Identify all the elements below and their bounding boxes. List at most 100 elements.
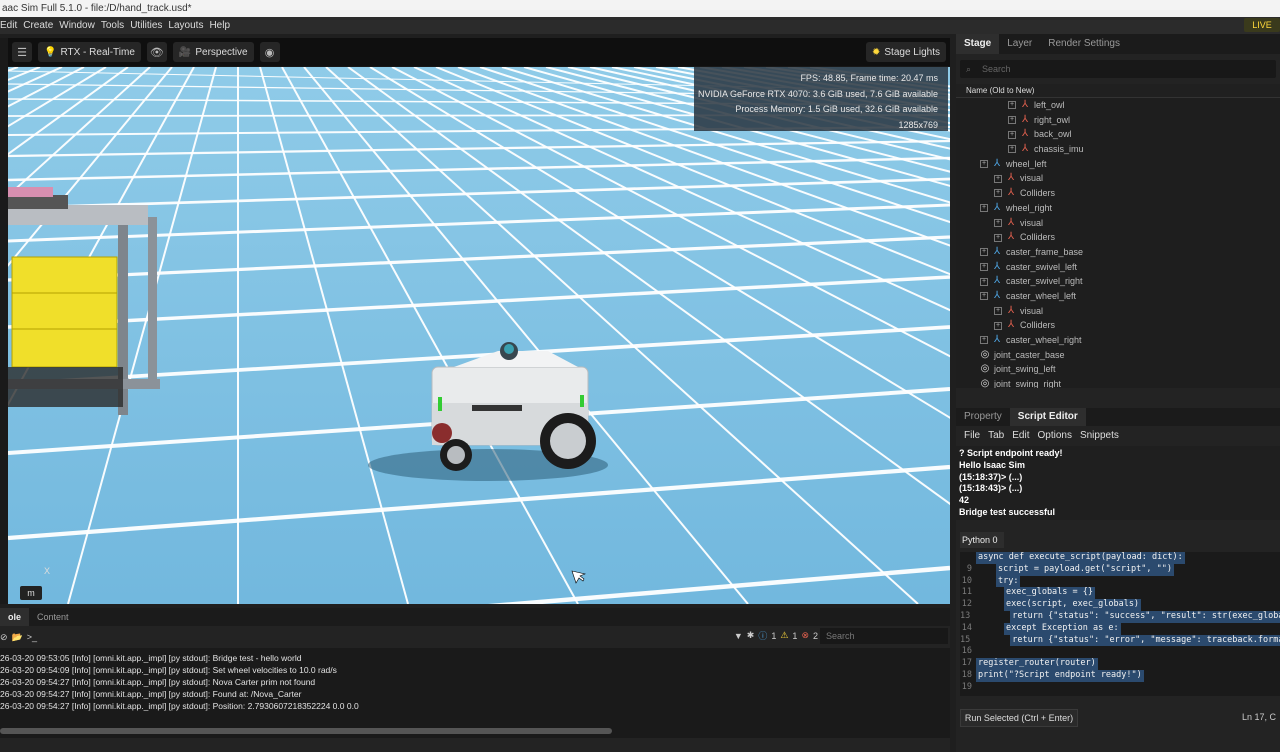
stage-column-header[interactable]: Name (Old to New) [956, 84, 1280, 98]
tree-item[interactable]: + ⅄ caster_frame_base [956, 245, 1280, 260]
tab-stage[interactable]: Stage [956, 34, 1000, 54]
code-editor[interactable]: async def execute_script(payload: dict):… [960, 552, 1280, 696]
info-icon[interactable]: ⓘ [758, 629, 767, 642]
tree-item[interactable]: ◎ joint_swing_right [956, 377, 1280, 388]
warning-icon[interactable]: ⚠ [780, 630, 788, 641]
tree-item[interactable]: + ⅄ caster_wheel_right [956, 333, 1280, 348]
stage-search-input[interactable]: ⌕ Search [960, 60, 1276, 78]
joint-icon: ◎ [980, 363, 990, 375]
menu-item-utilities[interactable]: Utilities [130, 17, 162, 34]
expand-toggle-icon[interactable]: + [994, 218, 1002, 227]
console-search-input[interactable]: Search [820, 628, 948, 644]
script-menu-options[interactable]: Options [1037, 428, 1071, 444]
axis-x-label: X [44, 566, 51, 576]
hud-resolution: 1285x769 [898, 119, 938, 130]
broadcast-icon[interactable]: ◉ [259, 42, 280, 62]
tree-item[interactable]: + ⅄ visual [956, 216, 1280, 231]
expand-toggle-icon[interactable]: + [980, 336, 988, 345]
property-tabs: Property Script Editor [956, 408, 1280, 426]
expand-toggle-icon[interactable]: + [994, 233, 1002, 242]
python-tab[interactable]: Python 0 [960, 532, 1004, 548]
expand-toggle-icon[interactable]: + [980, 292, 988, 301]
xform-icon: ⅄ [993, 245, 1001, 257]
tree-item[interactable]: + ⅄ wheel_left [956, 157, 1280, 172]
tree-item[interactable]: + ⅄ caster_swivel_left [956, 260, 1280, 275]
tab-render-settings[interactable]: Render Settings [1040, 34, 1128, 54]
menu-item-window[interactable]: Window [59, 17, 95, 34]
folder-icon[interactable]: 📂 [12, 632, 23, 643]
cursor-position: Ln 17, C [1241, 712, 1276, 722]
tree-item[interactable]: + ⅄ left_owl [956, 98, 1280, 113]
script-menu-tab[interactable]: Tab [988, 428, 1004, 444]
tree-item-label: Colliders [1020, 320, 1056, 331]
search-icon: ⌕ [966, 64, 972, 74]
filter-icon[interactable]: ▼ [734, 631, 743, 641]
tree-item[interactable]: + ⅄ Colliders [956, 186, 1280, 201]
expand-toggle-icon[interactable]: + [994, 306, 1002, 315]
stage-lights-button[interactable]: ✹ Stage Lights [866, 42, 946, 62]
tree-item[interactable]: + ⅄ visual [956, 171, 1280, 186]
tree-item[interactable]: + ⅄ caster_swivel_right [956, 274, 1280, 289]
camera-button[interactable]: 🎥 Perspective [172, 42, 254, 62]
stage-search-placeholder: Search [982, 64, 1011, 74]
tree-item[interactable]: + ⅄ right_owl [956, 113, 1280, 128]
console-panel: ole Content ⊘ 📂 >_ ▼ ✱ ⓘ 1 ⚠ 1 ⊗ 2 Search… [0, 608, 950, 752]
tree-item[interactable]: + ⅄ Colliders [956, 318, 1280, 333]
tree-item-label: visual [1020, 305, 1044, 316]
viewport-canvas[interactable]: FPS: 48.85, Frame time: 20.47 ms NVIDIA … [8, 67, 950, 604]
tree-item[interactable]: + ⅄ chassis_imu [956, 142, 1280, 157]
expand-toggle-icon[interactable]: + [994, 189, 1002, 198]
code-text: script = payload.get("script", "") [996, 563, 1174, 576]
live-badge[interactable]: LIVE [1244, 18, 1280, 32]
expand-toggle-icon[interactable]: + [980, 204, 988, 213]
expand-toggle-icon[interactable]: + [994, 321, 1002, 330]
terminal-icon[interactable]: >_ [27, 632, 37, 642]
unit-button[interactable]: m [20, 586, 42, 600]
render-mode-label: RTX - Real-Time [60, 46, 135, 58]
run-selected-button[interactable]: Run Selected (Ctrl + Enter) [960, 709, 1078, 727]
tree-item[interactable]: + ⅄ wheel_right [956, 201, 1280, 216]
tab-ole[interactable]: ole [0, 608, 30, 626]
tree-item-label: wheel_left [1006, 158, 1047, 169]
clear-icon[interactable]: ⊘ [0, 632, 8, 643]
asterisk-icon[interactable]: ✱ [747, 630, 755, 641]
tree-item[interactable]: + ⅄ Colliders [956, 230, 1280, 245]
expand-toggle-icon[interactable]: + [980, 160, 988, 169]
expand-toggle-icon[interactable]: + [1008, 145, 1016, 154]
script-menu-file[interactable]: File [964, 428, 980, 444]
expand-toggle-icon[interactable]: + [980, 248, 988, 257]
tree-item[interactable]: + ⅄ back_owl [956, 127, 1280, 142]
log-line: 26-03-20 09:54:27 [Info] [omni.kit.app._… [0, 689, 302, 699]
expand-toggle-icon[interactable]: + [1008, 130, 1016, 139]
menu-item-create[interactable]: Create [23, 17, 53, 34]
error-icon[interactable]: ⊗ [801, 630, 809, 641]
menu-bar: Edit Create Window Tools Utilities Layouts Hel… [0, 17, 1280, 34]
script-menu-edit[interactable]: Edit [1012, 428, 1029, 444]
xform-icon: ⅄ [1021, 99, 1029, 110]
tree-item[interactable]: + ⅄ visual [956, 304, 1280, 319]
tree-item[interactable]: ◎ joint_swing_left [956, 362, 1280, 377]
menu-item-edit[interactable]: Edit [0, 17, 17, 34]
tab-property[interactable]: Property [956, 408, 1010, 426]
script-menu-snippets[interactable]: Snippets [1080, 428, 1119, 444]
tree-item[interactable]: ◎ joint_caster_base [956, 348, 1280, 363]
tree-item-label: caster_wheel_left [1006, 290, 1077, 301]
horizontal-scrollbar[interactable] [0, 728, 612, 734]
settings-icon[interactable]: ☰ [12, 42, 32, 62]
render-mode-button[interactable]: 💡 RTX - Real-Time [38, 42, 141, 62]
menu-item-layouts[interactable]: Layouts [168, 17, 203, 34]
expand-toggle-icon[interactable]: + [980, 262, 988, 271]
menu-item-tools[interactable]: Tools [101, 17, 124, 34]
menu-item-help[interactable]: Help [209, 17, 230, 34]
tab-layer[interactable]: Layer [999, 34, 1040, 54]
expand-toggle-icon[interactable]: + [994, 174, 1002, 183]
tree-item[interactable]: + ⅄ caster_wheel_left [956, 289, 1280, 304]
tab-content[interactable]: Content [29, 608, 77, 626]
expand-toggle-icon[interactable]: + [1008, 101, 1016, 110]
console-toolbar: ⊘ 📂 >_ ▼ ✱ ⓘ 1 ⚠ 1 ⊗ 2 Search [0, 626, 950, 648]
tab-script-editor[interactable]: Script Editor [1009, 408, 1086, 426]
expand-toggle-icon[interactable]: + [1008, 116, 1016, 125]
expand-toggle-icon[interactable]: + [980, 277, 988, 286]
stage-tree[interactable]: + ⅄ left_owl + ⅄ right_owl + ⅄ back_owl + ⅄ chassis… [956, 98, 1280, 388]
eye-icon[interactable]: 👁 [146, 42, 167, 62]
